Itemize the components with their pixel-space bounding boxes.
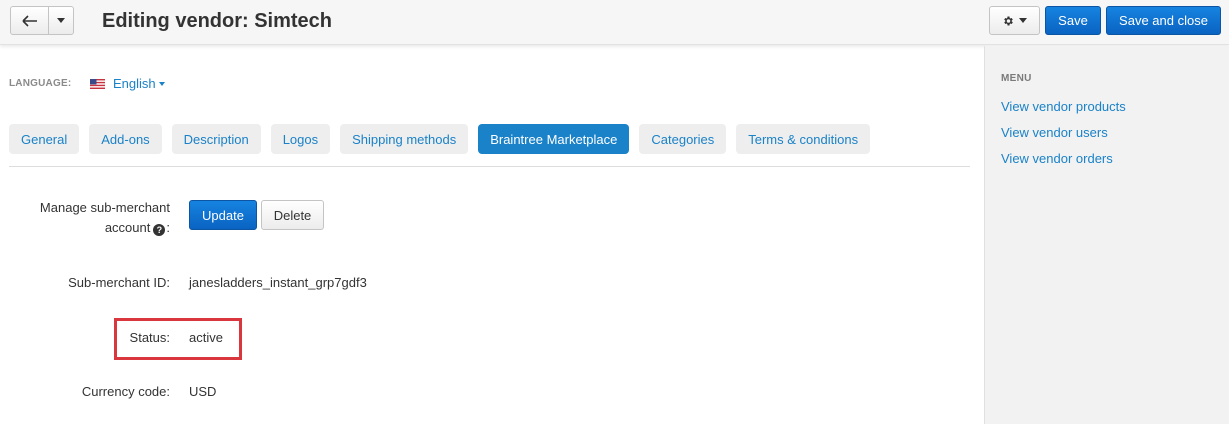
status-label: Status:: [129, 330, 170, 345]
tab-logos[interactable]: Logos: [270, 124, 331, 154]
save-button[interactable]: Save: [1045, 6, 1101, 35]
language-selector[interactable]: English: [90, 76, 165, 91]
tab-shipping-methods[interactable]: Shipping methods: [340, 124, 469, 154]
save-and-close-button[interactable]: Save and close: [1106, 6, 1221, 35]
tabs-divider: [9, 166, 970, 167]
back-button[interactable]: [11, 7, 49, 34]
sidebar-menu-title: MENU: [1001, 73, 1032, 84]
status-value: active: [189, 330, 223, 345]
currency-code-value: USD: [189, 384, 217, 399]
manage-label-account: account: [104, 220, 151, 235]
view-vendor-orders-link[interactable]: View vendor orders: [1001, 151, 1113, 166]
settings-dropdown-button[interactable]: [989, 6, 1040, 35]
chevron-down-icon: [158, 81, 165, 86]
us-flag-icon: [90, 78, 105, 89]
language-label: LANGUAGE:: [9, 78, 72, 89]
gear-icon: [1004, 16, 1013, 25]
chevron-down-icon: [1019, 18, 1027, 23]
manage-label-line2: account?:: [104, 220, 170, 236]
tab-general[interactable]: General: [9, 124, 80, 154]
manage-label-line1: Manage sub-merchant: [39, 200, 170, 215]
view-vendor-products-link[interactable]: View vendor products: [1001, 99, 1126, 114]
tab-description[interactable]: Description: [171, 124, 261, 154]
back-arrow-icon: [21, 14, 37, 27]
language-value: English: [113, 76, 156, 91]
update-button[interactable]: Update: [189, 200, 257, 230]
vendor-tabs: General Add-ons Description Logos Shippi…: [9, 124, 871, 154]
tab-terms-conditions[interactable]: Terms & conditions: [736, 124, 871, 154]
tab-braintree-marketplace[interactable]: Braintree Marketplace: [478, 124, 630, 154]
manage-sub-merchant-label: Manage sub-merchant account?:: [0, 198, 170, 238]
currency-code-label: Currency code:: [81, 384, 170, 399]
question-circle-icon[interactable]: ?: [153, 224, 166, 236]
sidebar: MENU View vendor products View vendor us…: [984, 46, 1229, 424]
delete-button[interactable]: Delete: [261, 200, 324, 230]
page-title: Editing vendor: Simtech: [102, 10, 333, 32]
submerchant-id-label: Sub-merchant ID:: [68, 275, 170, 290]
back-dropdown-button[interactable]: [49, 7, 73, 34]
tab-add-ons[interactable]: Add-ons: [89, 124, 162, 154]
tab-categories[interactable]: Categories: [639, 124, 727, 154]
back-button-group: [10, 6, 74, 35]
view-vendor-users-link[interactable]: View vendor users: [1001, 125, 1108, 140]
chevron-down-icon: [57, 18, 65, 23]
top-toolbar: Editing vendor: Simtech Save Save and cl…: [0, 0, 1229, 45]
submerchant-id-value: janesladders_instant_grp7gdf3: [189, 275, 367, 290]
